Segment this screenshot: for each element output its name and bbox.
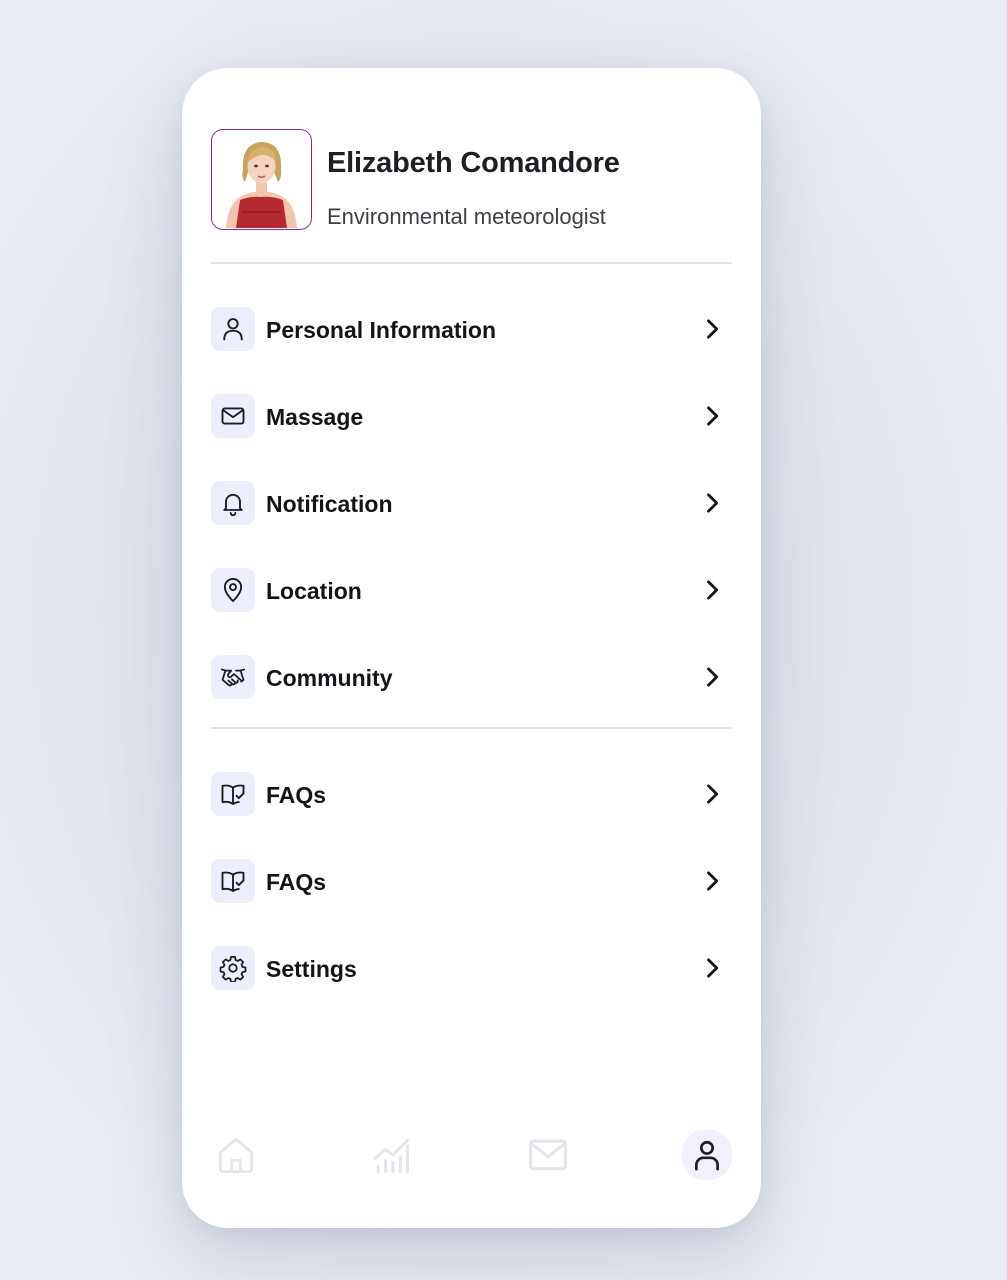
chevron-right-icon [707,580,719,600]
menu-item-label: Massage [266,404,364,430]
nav-messages[interactable] [523,1130,573,1180]
chevron-right-icon [707,319,719,339]
nav-analytics[interactable] [366,1130,416,1180]
menu-item-massage[interactable]: Massage [211,394,732,438]
divider [211,727,732,729]
menu-item-community[interactable]: Community [211,655,732,699]
phone-screen: Elizabeth Comandore Environmental meteor… [182,68,761,1228]
menu-item-label: Personal Information [266,317,497,343]
menu-item-notification[interactable]: Notification [211,481,732,525]
menu-item-label: FAQs [266,782,327,808]
divider [211,262,732,264]
handshake-icon [211,655,255,699]
menu-item-settings[interactable]: Settings [211,946,732,990]
user-icon [695,1140,719,1171]
nav-home[interactable] [211,1130,261,1180]
chevron-right-icon [707,958,719,978]
book-check-icon [211,859,255,903]
bell-icon [211,481,255,525]
user-icon [211,307,255,351]
menu-item-personal-information[interactable]: Personal Information [211,307,732,351]
gear-icon [211,946,255,990]
mail-icon [211,394,255,438]
mail-icon [529,1139,567,1171]
avatar[interactable] [211,129,312,230]
menu-item-location[interactable]: Location [211,568,732,612]
menu-item-faqs[interactable]: FAQs [211,772,732,816]
menu-item-label: Notification [266,491,393,517]
profile-name: Elizabeth Comandore [327,147,620,179]
chevron-right-icon [707,784,719,804]
home-icon [218,1137,254,1174]
menu-item-label: Community [266,665,393,691]
chevron-right-icon [707,406,719,426]
chart-icon [373,1138,409,1173]
location-pin-icon [211,568,255,612]
nav-profile[interactable] [682,1130,732,1180]
menu-item-label: Location [266,578,362,604]
menu-item-faqs-2[interactable]: FAQs [211,859,732,903]
menu-item-label: FAQs [266,869,327,895]
book-check-icon [211,772,255,816]
profile-header: Elizabeth Comandore Environmental meteor… [211,129,732,231]
profile-role: Environmental meteorologist [327,204,606,229]
chevron-right-icon [707,871,719,891]
avatar-illustration [212,130,310,228]
chevron-right-icon [707,493,719,513]
menu-item-label: Settings [266,956,357,982]
bottom-nav [211,1130,732,1180]
chevron-right-icon [707,667,719,687]
